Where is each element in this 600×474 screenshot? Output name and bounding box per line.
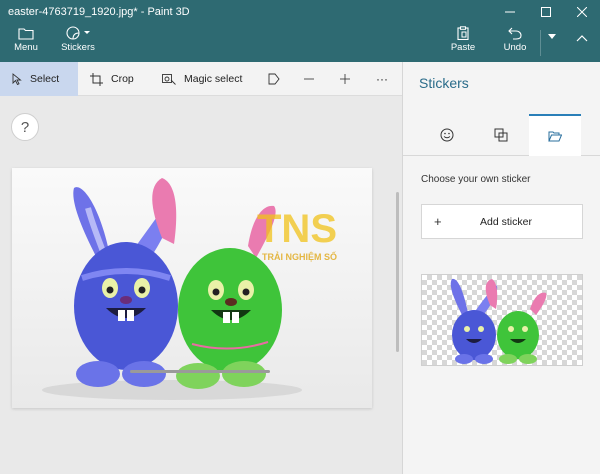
select-label: Select [30,73,60,85]
magic-select-label: Magic select [184,73,243,85]
title-bar: easter-4763719_1920.jpg* - Paint 3D Menu… [0,0,600,62]
help-button[interactable]: ? [11,113,39,141]
zoom-out-button[interactable] [304,62,322,96]
sticker-thumbnail[interactable] [421,274,583,366]
close-icon [577,7,587,17]
plus-icon [340,74,350,84]
tab-texture-stickers[interactable] [475,114,527,156]
minimize-icon [505,11,515,13]
stickers-panel: Stickers Choose your own sticker + Add s… [402,62,600,474]
flag-icon [268,73,280,85]
close-button[interactable] [564,0,600,24]
select-tool[interactable]: Select [0,62,78,96]
flag-tool[interactable] [268,62,288,96]
smiley-sticker-icon [440,128,454,142]
magic-select-tool[interactable]: Magic select [162,62,252,96]
vertical-scrollbar[interactable] [396,192,399,352]
canvas-area[interactable]: ? TNS TRẢI NGHIỆM SỐ [0,96,402,474]
section-label: Choose your own sticker [421,174,531,185]
crop-tool[interactable]: Crop [90,62,150,96]
more-options-button[interactable]: ··· [376,62,394,96]
undo-button[interactable]: Undo [500,26,530,60]
menu-button[interactable]: Menu [10,26,42,60]
crop-icon [90,72,103,86]
undo-label: Undo [503,42,527,53]
chevron-up-icon [576,35,588,42]
add-sticker-button[interactable]: + Add sticker [421,204,583,239]
stickers-ribbon-button[interactable]: Stickers [58,26,98,60]
undo-icon [508,27,522,40]
clipboard-icon [457,26,469,40]
open-folder-icon [548,131,562,142]
window-title: easter-4763719_1920.jpg* - Paint 3D [8,6,190,18]
add-sticker-label: Add sticker [480,216,532,228]
watermark-tagline: TRẢI NGHIỆM SỐ [262,251,337,262]
ribbon-divider [540,30,541,56]
maximize-button[interactable] [528,0,564,24]
maximize-icon [541,7,551,17]
panel-title: Stickers [419,75,469,91]
paste-button[interactable]: Paste [448,26,478,60]
texture-icon [494,128,508,142]
tab-emoji-stickers[interactable] [421,114,473,156]
watermark-logo: TNS [257,207,337,251]
zoom-in-button[interactable] [340,62,358,96]
crop-label: Crop [111,73,134,85]
bunnies-sticker-preview [450,278,547,364]
sticker-tabs [403,114,600,156]
minus-icon [304,78,314,80]
tab-custom-stickers[interactable] [529,114,581,156]
window-controls [492,0,600,24]
tool-options-bar: Select Crop Magic select ··· [0,62,402,96]
stickers-label: Stickers [61,42,95,53]
folder-icon [18,28,34,40]
paste-label: Paste [450,42,476,53]
menu-label: Menu [14,42,38,53]
chevron-down-icon [548,34,556,39]
horizontal-scrollbar[interactable] [130,370,270,373]
magic-select-icon [162,74,176,85]
minimize-button[interactable] [492,0,528,24]
sticker-icon [66,26,90,40]
cursor-icon [12,73,22,85]
